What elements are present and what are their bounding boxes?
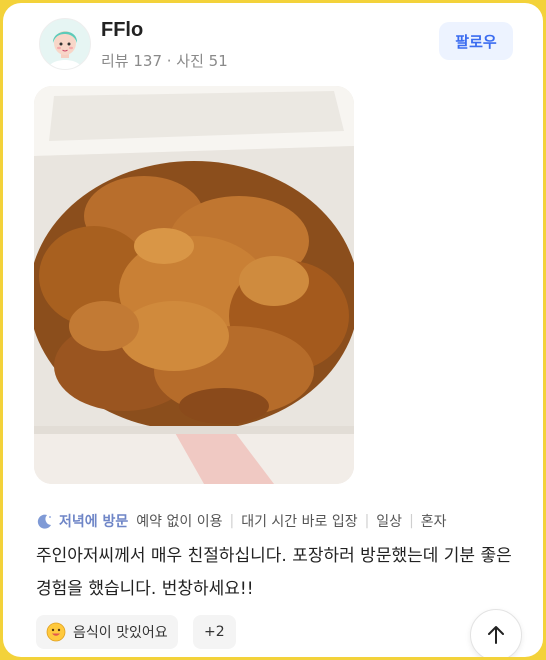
arrow-up-icon — [488, 626, 504, 644]
follow-button[interactable]: 팔로우 — [439, 22, 513, 60]
avatar[interactable] — [39, 18, 91, 70]
tag-divider: | — [364, 513, 370, 529]
visit-time-label: 저녁에 방문 — [59, 514, 129, 530]
review-card: FFlo 리뷰 137 · 사진 51 팔로우 저녁에 방문 예약 없이 이용 … — [3, 3, 543, 657]
avatar-icon — [40, 19, 90, 69]
tag-purpose: 일상 — [376, 514, 403, 530]
tag-reservation: 예약 없이 이용 — [136, 514, 223, 530]
keyword-chip-label: 음식이 맛있어요 — [73, 625, 168, 641]
review-photo[interactable] — [34, 86, 354, 484]
tag-companion: 혼자 — [420, 514, 447, 530]
smile-emoji-icon — [46, 622, 66, 642]
keyword-chip-taste[interactable]: 음식이 맛있어요 — [36, 615, 178, 649]
more-keywords-label: +2 — [204, 624, 225, 640]
more-keywords-chip[interactable]: +2 — [193, 615, 236, 649]
tag-divider: | — [229, 513, 235, 529]
visit-tags: 저녁에 방문 예약 없이 이용 | 대기 시간 바로 입장 | 일상 | 혼자 — [36, 509, 447, 533]
tag-wait-time: 대기 시간 바로 입장 — [241, 514, 358, 530]
user-stats: 리뷰 137 · 사진 51 — [101, 52, 228, 70]
fried-chicken-photo — [34, 86, 354, 484]
moon-icon — [37, 514, 51, 529]
username[interactable]: FFlo — [101, 19, 143, 42]
scroll-top-button[interactable] — [470, 609, 522, 657]
review-text: 주인아저씨께서 매우 친절하십니다. 포장하러 방문했는데 기분 좋은 경험을 … — [36, 546, 512, 599]
tag-divider: | — [409, 513, 414, 529]
